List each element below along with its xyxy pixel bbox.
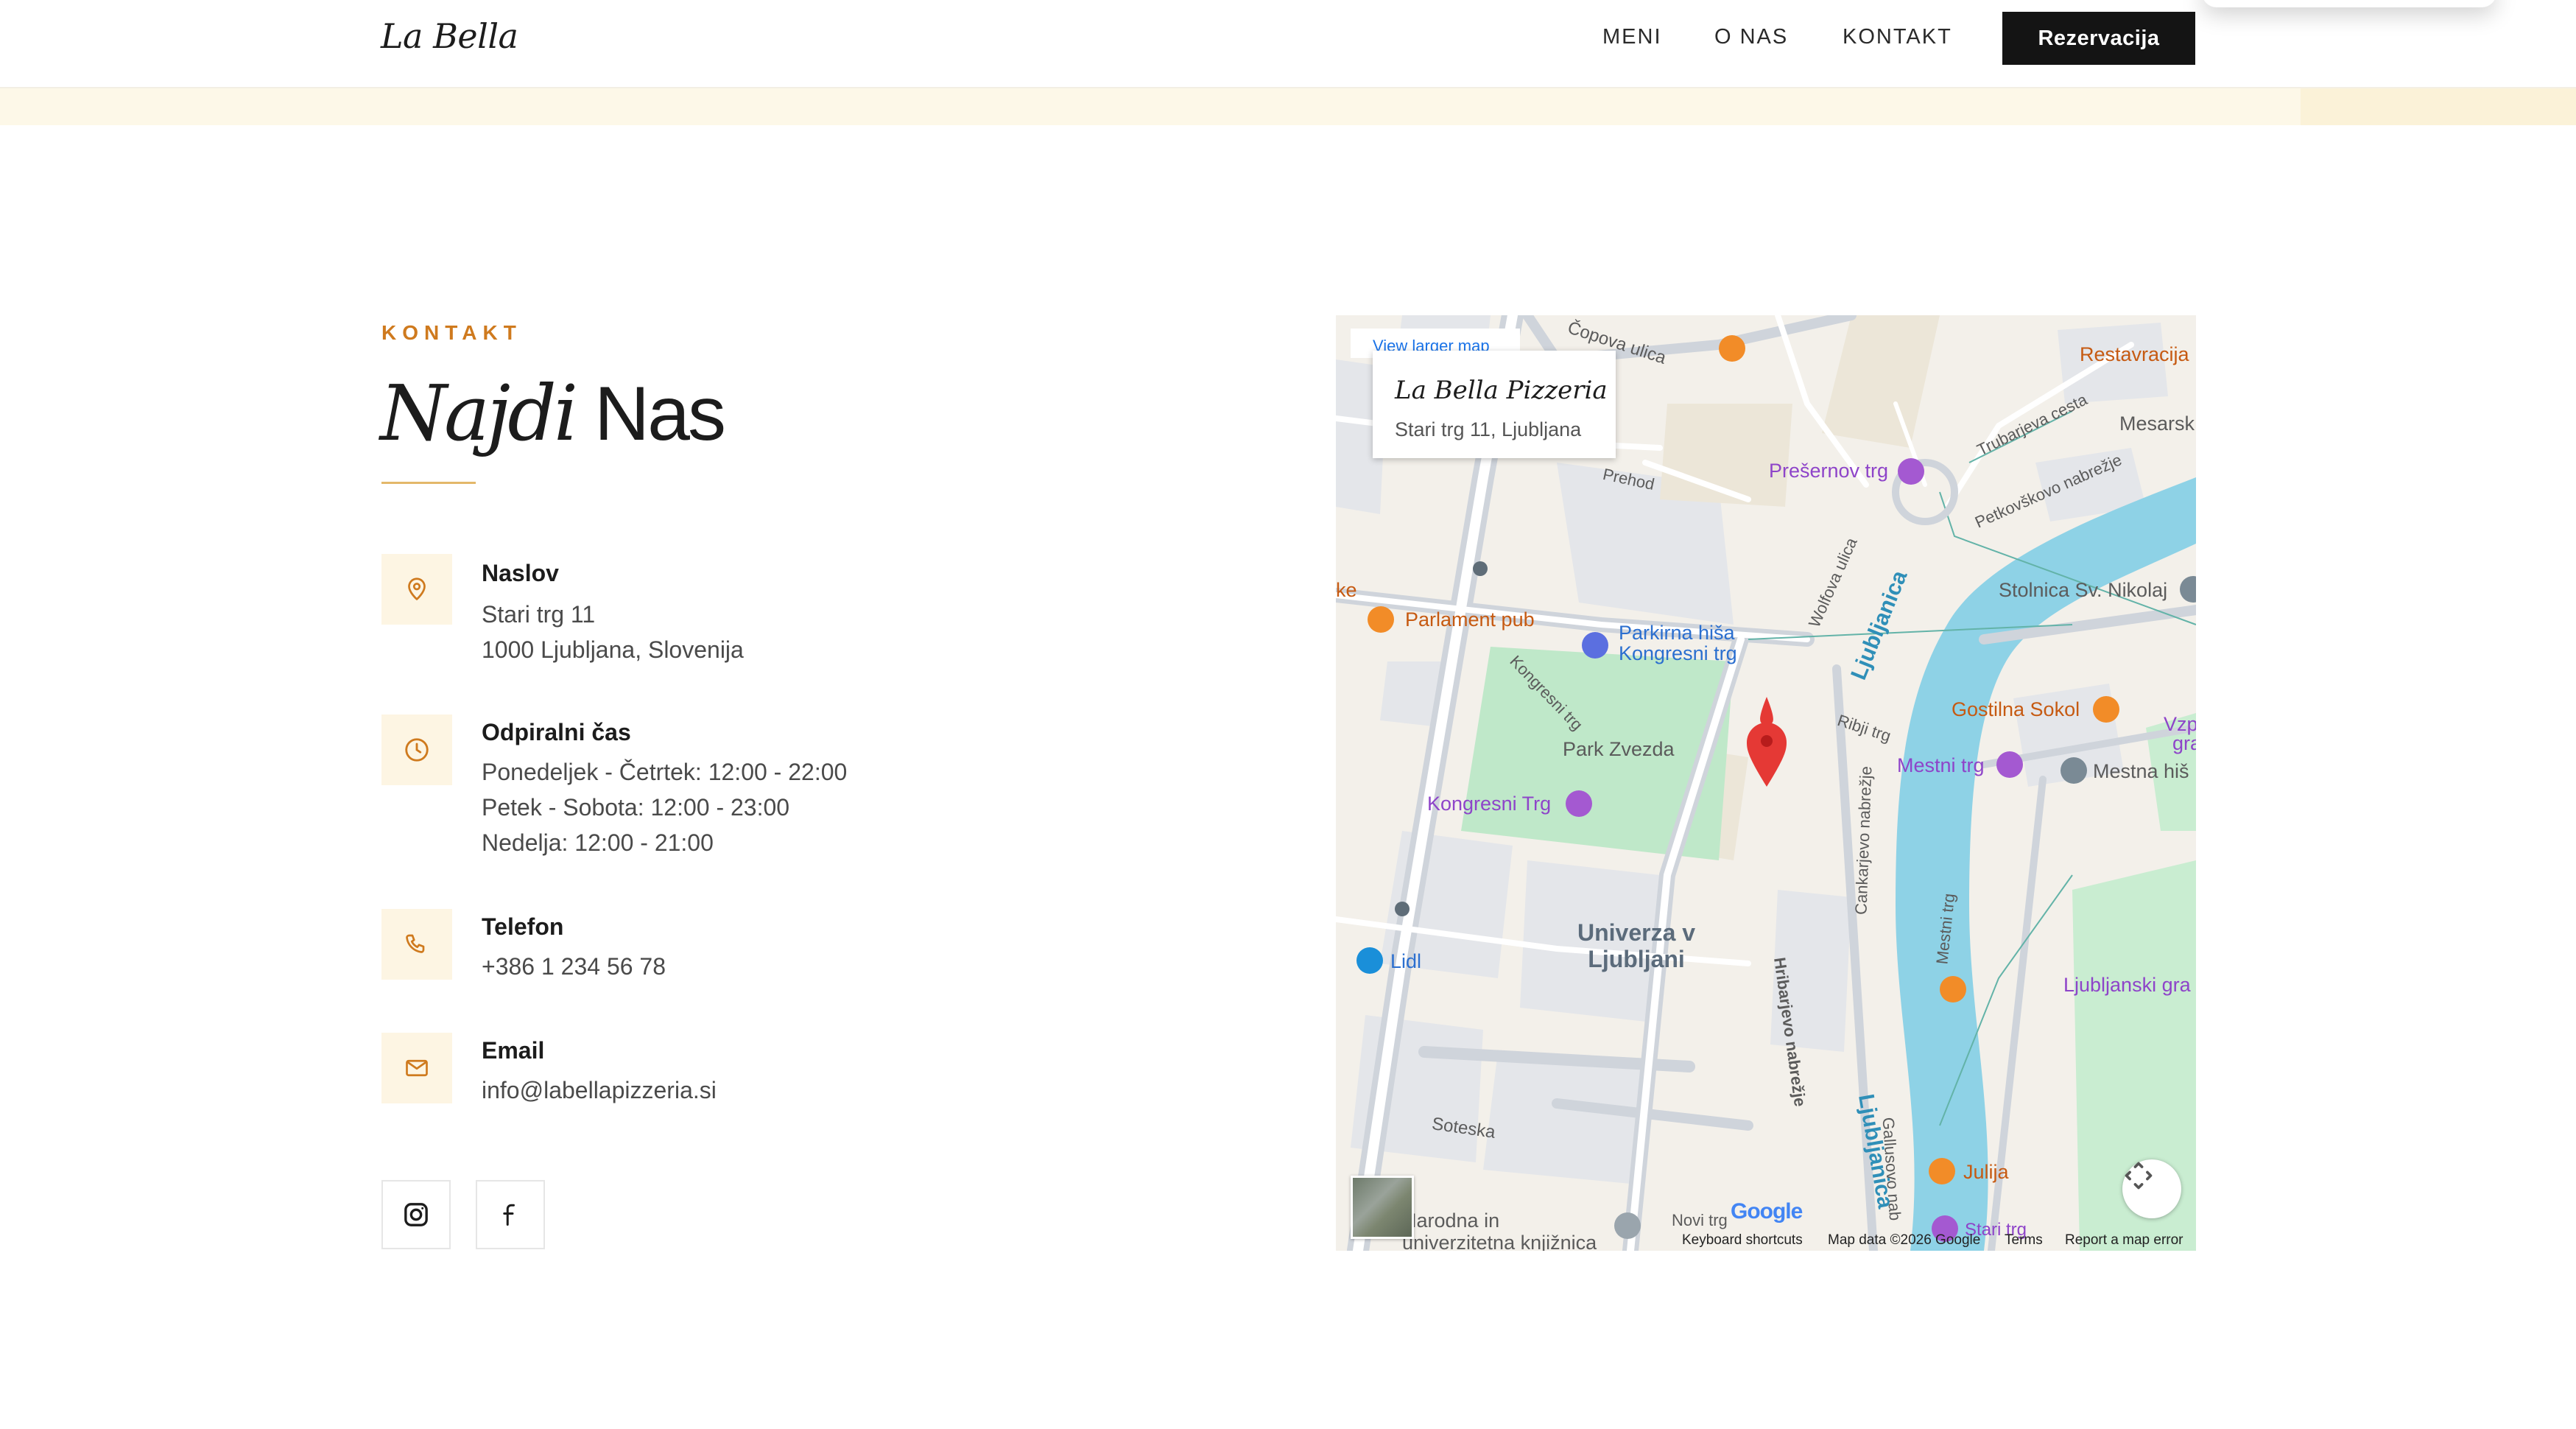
map-label-mesarski: Mesarsk — [2119, 412, 2195, 435]
fullscreen-icon — [2125, 1162, 2153, 1190]
map-label-presernov: Prešernov trg — [1769, 460, 1889, 482]
hours-line-3: Nedelja: 12:00 - 21:00 — [482, 829, 714, 856]
facebook-icon — [503, 1204, 515, 1226]
cream-band-accent — [2301, 88, 2576, 125]
facebook-button[interactable] — [476, 1180, 545, 1249]
map-label-gostilna: Gostilna Sokol — [1952, 698, 2080, 720]
phone-icon — [381, 909, 452, 980]
nav-link-o-nas[interactable]: O NAS — [1714, 25, 1788, 49]
map-info-card: La Bella Pizzeria Stari trg 11, Ljubljan… — [1373, 351, 1616, 458]
map-data-credit: Map data ©2026 Google — [1828, 1232, 1981, 1248]
map-label-gra: gra — [2172, 732, 2196, 754]
keyboard-shortcuts-link[interactable]: Keyboard shortcuts — [1682, 1232, 1803, 1249]
map-label-lidl: Lidl — [1390, 950, 1422, 972]
embedded-map[interactable]: Čopova ulica Restavracija Mesarsk Trubar… — [1336, 315, 2196, 1251]
nav-link-kontakt[interactable]: KONTAKT — [1843, 25, 1952, 49]
map-label-park-zvezda: Park Zvezda — [1563, 738, 1675, 760]
google-logo-text: Google — [1731, 1199, 1803, 1223]
site-header: La Bella MENI O NAS KONTAKT Rezervacija — [0, 0, 2576, 88]
map-card-name: La Bella Pizzeria — [1395, 376, 1608, 405]
title-italic: Najdi — [380, 368, 578, 458]
map-label-julija: Julija — [1963, 1161, 2009, 1183]
map-label-novi-trg: Novi trg — [1672, 1211, 1728, 1229]
map-label-mestna: Mestna hiš — [2093, 760, 2189, 782]
fullscreen-button[interactable] — [2122, 1159, 2181, 1218]
hours-label: Odpiralni čas — [482, 719, 631, 745]
cream-band — [0, 88, 2576, 125]
clock-icon — [381, 714, 452, 785]
map-pin-icon — [381, 554, 452, 625]
logo[interactable]: La Bella — [381, 16, 518, 56]
instagram-icon — [404, 1203, 428, 1226]
google-logo: Google — [1731, 1199, 1803, 1224]
map-label-stolnica: Stolnica Sv. Nikolaj — [1999, 579, 2168, 601]
floating-element-shadow — [2202, 0, 2496, 7]
map-label-kongresni-trg-parking: Kongresni trg — [1619, 642, 1737, 664]
section-eyebrow: KONTAKT — [381, 321, 522, 344]
map-label-ke: ke — [1336, 579, 1357, 601]
map-label-univerza: Univerza v Ljubljani — [1577, 919, 1696, 972]
address-label: Naslov — [482, 560, 559, 586]
map-card-address: Stari trg 11, Ljubljana — [1395, 418, 1582, 440]
map-attribution-bar: Keyboard shortcuts Map data ©2026 Google… — [1336, 1230, 2196, 1251]
phone-number[interactable]: +386 1 234 56 78 — [482, 953, 666, 980]
map-label-ljubljanski-grad: Ljubljanski gra — [2063, 974, 2191, 996]
mail-icon — [381, 1033, 452, 1103]
map-label-mestni: Mestni trg — [1897, 754, 1985, 776]
map-label-restavracija: Restavracija — [2080, 343, 2189, 365]
hours-line-2: Petek - Sobota: 12:00 - 23:00 — [482, 794, 790, 821]
email-label: Email — [482, 1037, 545, 1064]
phone-label: Telefon — [482, 913, 564, 940]
map-label-kongresni-trg-poi: Kongresni Trg — [1427, 793, 1552, 815]
reservation-button[interactable]: Rezervacija — [2002, 12, 2195, 65]
map-label-parkirna: Parkirna hiša — [1619, 622, 1735, 644]
address-line-1: Stari trg 11 — [482, 601, 596, 628]
terms-link[interactable]: Terms — [2005, 1232, 2043, 1249]
section-title: Najdi Nas — [380, 368, 726, 458]
title-regular: Nas — [594, 371, 726, 457]
hours-line-1: Ponedeljek - Četrtek: 12:00 - 22:00 — [482, 759, 848, 785]
report-map-error-link[interactable]: Report a map error — [2065, 1232, 2183, 1249]
instagram-button[interactable] — [381, 1180, 451, 1249]
title-divider — [381, 482, 476, 484]
map-label-parlament: Parlament pub — [1405, 608, 1535, 631]
address-line-2: 1000 Ljubljana, Slovenija — [482, 636, 744, 663]
email-address[interactable]: info@labellapizzeria.si — [482, 1077, 717, 1104]
nav-link-meni[interactable]: MENI — [1602, 25, 1662, 49]
